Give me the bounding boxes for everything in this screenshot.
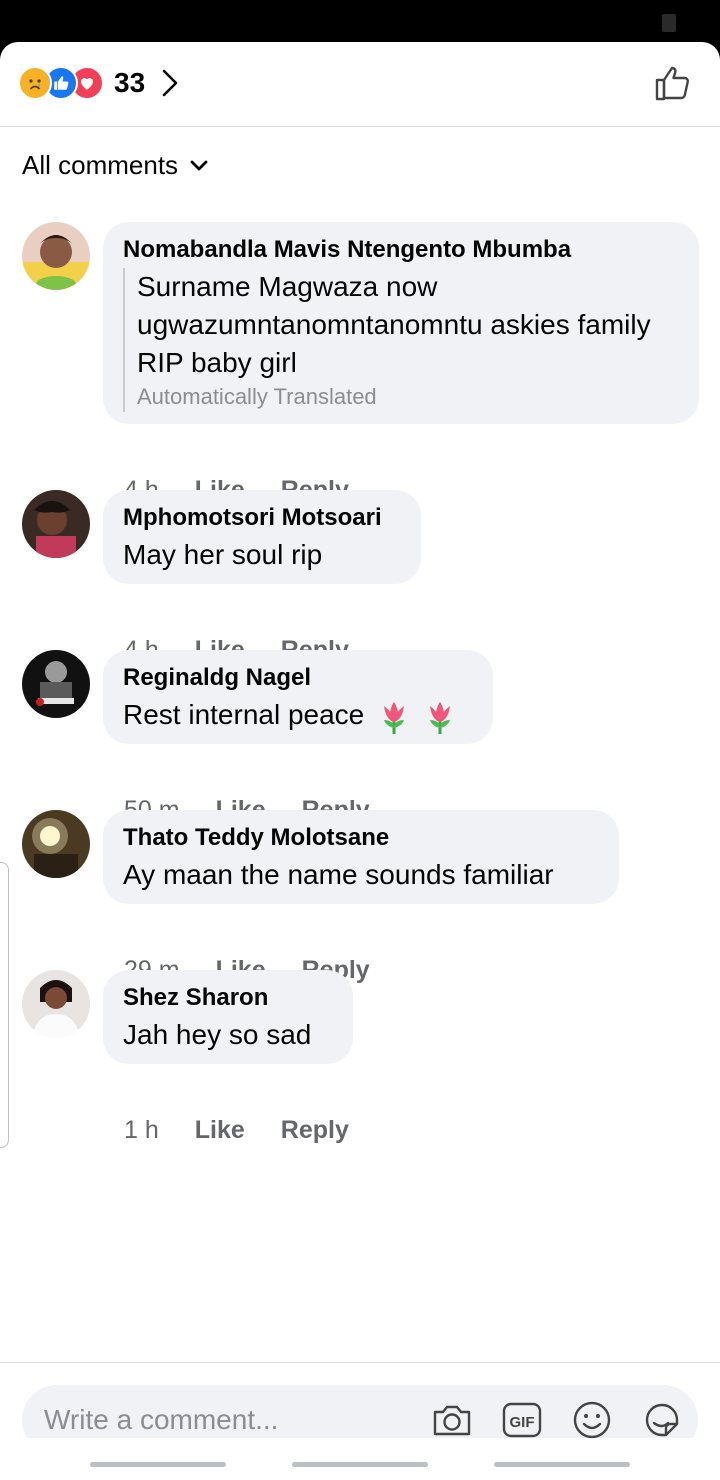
comment-author[interactable]: Reginaldg Nagel [123,664,473,692]
tulip-emoji-icon [429,701,450,734]
comment-author[interactable]: Nomabandla Mavis Ntengento Mbumba [123,236,679,264]
avatar[interactable] [22,970,90,1038]
filter-label: All comments [22,150,179,180]
avatar[interactable] [22,490,90,558]
comment-text: Ay maan the name sounds familiar [123,859,554,890]
comment-text: Surname Magwaza now ugwazumntanomntanomn… [137,271,651,378]
svg-text:GIF: GIF [510,1414,535,1431]
avatar[interactable] [22,222,90,290]
emoji-icon[interactable] [570,1398,614,1442]
nav-back[interactable] [494,1462,630,1467]
comment-input[interactable]: Write a comment... [44,1404,430,1436]
comment-bubble[interactable]: Reginaldg Nagel Rest internal peace [103,650,493,744]
comment-text-row: Rest internal peace [123,696,473,734]
comment-text: May her soul rip [123,539,323,570]
avatar[interactable] [22,650,90,718]
comment-bubble[interactable]: Nomabandla Mavis Ntengento Mbumba Surnam… [103,222,699,424]
comment-author[interactable]: Shez Sharon [123,984,333,1012]
comment-author[interactable]: Mphomotsori Motsoari [123,504,401,532]
translation-note[interactable]: Automatically Translated [137,382,679,412]
reactions-summary[interactable]: 33 [18,66,181,100]
tulip-emoji-icon [384,701,405,734]
translated-block: Surname Magwaza now ugwazumntanomntanomn… [123,268,679,412]
reactions-header: 33 [0,42,720,127]
gif-icon[interactable]: GIF [500,1398,544,1442]
camera-icon[interactable] [430,1398,474,1442]
comment-bubble[interactable]: Thato Teddy Molotsane Ay maan the name s… [103,810,619,904]
comment-bubble[interactable]: Mphomotsori Motsoari May her soul rip [103,490,421,584]
comment-text: Jah hey so sad [123,1019,312,1050]
comment-author[interactable]: Thato Teddy Molotsane [123,824,599,852]
like-button[interactable]: Like [195,1116,245,1145]
comments-sheet: 33 All comments Nomabandla Mavis Ntengen… [0,42,720,1480]
sad-reaction-icon [18,66,52,100]
chevron-right-icon[interactable] [159,68,181,98]
reply-button[interactable]: Reply [281,1116,349,1145]
chevron-down-icon [190,160,208,170]
avatar[interactable] [22,810,90,878]
scroll-edge-handle[interactable] [0,862,9,1148]
reaction-count: 33 [114,67,146,98]
nav-recents[interactable] [90,1462,226,1467]
comment-time[interactable]: 1 h [124,1116,159,1145]
status-bar-icon [662,14,676,32]
like-icon[interactable] [654,64,692,102]
comment-filter-dropdown[interactable]: All comments [22,150,208,181]
comment-actions: 1 h Like Reply [124,1116,349,1145]
nav-home[interactable] [292,1462,428,1467]
comment-bubble[interactable]: Shez Sharon Jah hey so sad [103,970,353,1064]
system-nav-bar [0,1438,720,1480]
sticker-icon[interactable] [640,1398,684,1442]
comment-text: Rest internal peace [123,699,365,730]
